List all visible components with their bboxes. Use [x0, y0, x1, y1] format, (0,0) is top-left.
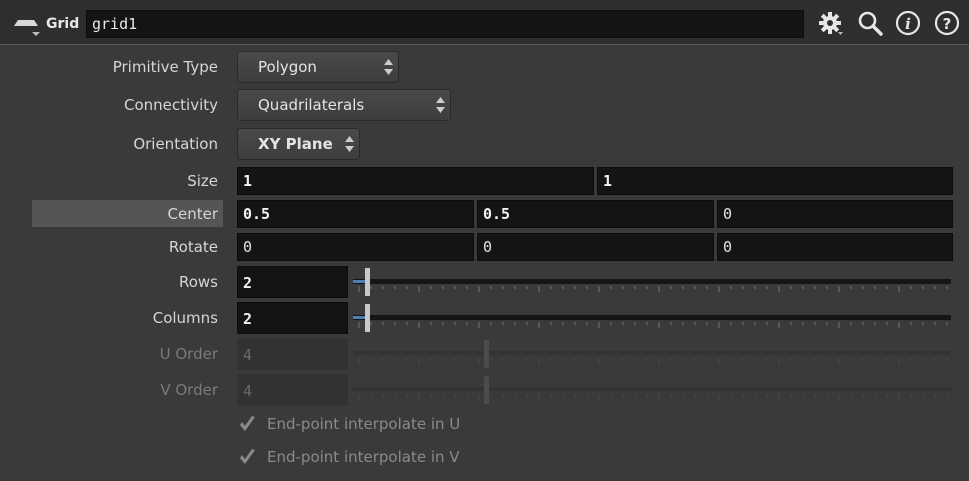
- center-label: Center: [167, 205, 219, 223]
- columns-slider-handle: [365, 304, 370, 332]
- columns-label: Columns: [152, 309, 218, 327]
- gear-icon[interactable]: [817, 10, 843, 36]
- center-y-field[interactable]: 0.5: [477, 200, 714, 228]
- primitive-type-value: Polygon: [258, 58, 317, 76]
- primitive-type-label: Primitive Type: [112, 58, 218, 76]
- node-name-field[interactable]: grid1: [86, 10, 804, 38]
- rows-slider-handle: [365, 268, 370, 296]
- u-order-label: U Order: [159, 345, 218, 363]
- u-order-slider-handle: [484, 340, 489, 368]
- rotate-y-field[interactable]: 0: [477, 233, 714, 261]
- endpoint-v-label: End-point interpolate in V: [267, 448, 460, 466]
- center-x-field[interactable]: 0.5: [237, 200, 474, 228]
- checkmark-icon: [240, 449, 255, 464]
- rotate-z-field[interactable]: 0: [717, 233, 953, 261]
- search-icon[interactable]: [857, 10, 883, 36]
- parameter-header: Grid grid1 i ?: [0, 0, 969, 45]
- v-order-field: 4: [237, 374, 348, 406]
- node-type-label: Grid: [46, 16, 80, 32]
- columns-field[interactable]: 2: [237, 302, 348, 334]
- v-order-slider: [353, 376, 953, 404]
- size-label: Size: [187, 172, 218, 190]
- primitive-type-menu[interactable]: Polygon: [237, 51, 399, 83]
- rotate-label: Rotate: [168, 238, 218, 256]
- grid-node-icon[interactable]: [12, 14, 42, 36]
- connectivity-label: Connectivity: [124, 96, 218, 114]
- orientation-value: XY Plane: [258, 135, 333, 153]
- u-order-slider: [353, 340, 953, 368]
- v-order-label: V Order: [160, 381, 218, 399]
- columns-slider[interactable]: [353, 304, 953, 332]
- rows-slider[interactable]: [353, 268, 953, 296]
- v-order-slider-handle: [484, 376, 489, 404]
- size-y-field[interactable]: 1: [597, 167, 953, 195]
- size-x-field[interactable]: 1: [237, 167, 594, 195]
- svg-text:?: ?: [943, 15, 952, 33]
- rows-field[interactable]: 2: [237, 266, 348, 298]
- updown-arrows-icon: [384, 59, 393, 75]
- rotate-x-field[interactable]: 0: [237, 233, 474, 261]
- orientation-label: Orientation: [133, 135, 218, 153]
- endpoint-u-label: End-point interpolate in U: [267, 415, 461, 433]
- info-icon[interactable]: i: [895, 10, 921, 36]
- center-z-field[interactable]: 0: [717, 200, 953, 228]
- orientation-menu[interactable]: XY Plane: [237, 128, 360, 160]
- connectivity-value: Quadrilaterals: [258, 96, 365, 114]
- rows-label: Rows: [178, 273, 218, 291]
- updown-arrows-icon: [436, 97, 445, 113]
- checkmark-icon: [240, 416, 255, 431]
- connectivity-menu[interactable]: Quadrilaterals: [237, 89, 451, 121]
- help-icon[interactable]: ?: [934, 10, 960, 36]
- svg-text:i: i: [905, 15, 911, 33]
- updown-arrows-icon: [345, 136, 354, 152]
- u-order-field: 4: [237, 338, 348, 370]
